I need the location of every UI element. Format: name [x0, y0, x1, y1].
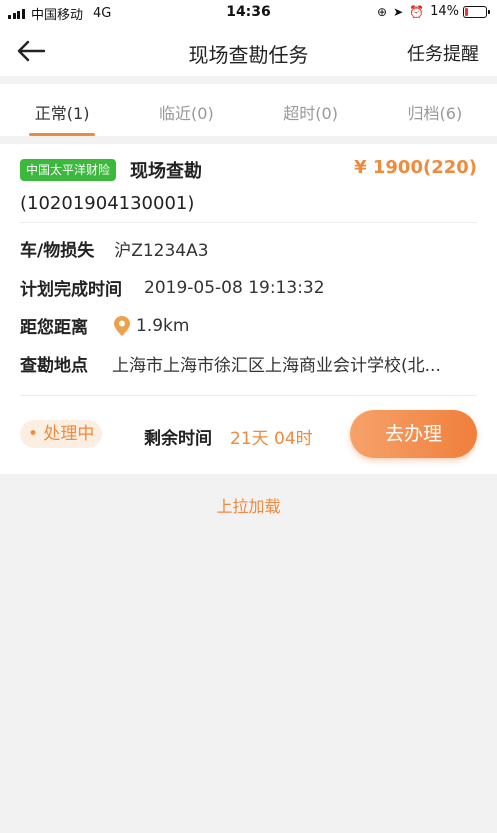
task-type: 现场查勘 — [130, 161, 202, 182]
case-number: (10201904130001) — [20, 193, 195, 214]
location-pin-icon — [114, 315, 130, 336]
tab-bar: 正常(1) 临近(0) 超时(0) 归档(6) — [0, 84, 497, 136]
status-bar: 中国移动 4G 14:36 ⊕ ➤ ⏰ 14% — [0, 0, 497, 26]
divider — [20, 222, 477, 223]
battery-fill — [465, 7, 468, 16]
status-right: ⊕ ➤ ⏰ 14% — [377, 4, 490, 19]
distance-row: 距您距离 1.9km — [20, 313, 189, 338]
task-reminder-button[interactable]: 任务提醒 — [407, 40, 479, 66]
distance-value: 1.9km — [136, 315, 190, 336]
process-button[interactable]: 去办理 — [350, 410, 477, 458]
vehicle-value: 沪Z1234A3 — [114, 241, 209, 261]
tab-overdue[interactable]: 超时(0) — [249, 84, 373, 136]
address-value: 上海市上海市徐汇区上海商业会计学校(北... — [112, 356, 441, 376]
distance-label: 距您距离 — [20, 318, 88, 338]
address-label: 查勘地点 — [20, 356, 88, 376]
deadline-value: 2019-05-08 19:13:32 — [144, 277, 325, 298]
tab-normal[interactable]: 正常(1) — [0, 84, 124, 136]
location-arrow-icon: ➤ — [393, 4, 404, 19]
company-badge: 中国太平洋财险 — [20, 159, 117, 181]
card-header: 中国太平洋财险 现场查勘 ¥ 1900(220) — [20, 156, 477, 186]
remaining-label: 剩余时间 — [144, 429, 212, 449]
alarm-icon: ⏰ — [409, 4, 425, 19]
pull-to-load[interactable]: 上拉加载 — [0, 493, 497, 517]
tab-archived[interactable]: 归档(6) — [373, 84, 497, 136]
nav-bar: 现场查勘任务 任务提醒 — [0, 26, 497, 76]
rotation-lock-icon: ⊕ — [377, 4, 388, 19]
remaining-value: 21天 04时 — [230, 429, 313, 449]
status-badge: • 处理中 — [20, 420, 103, 448]
task-card[interactable]: 中国太平洋财险 现场查勘 ¥ 1900(220) (10201904130001… — [0, 144, 497, 474]
divider — [20, 395, 477, 396]
tab-approaching[interactable]: 临近(0) — [124, 84, 248, 136]
address-row: 查勘地点 上海市上海市徐汇区上海商业会计学校(北... — [20, 351, 462, 376]
deadline-label: 计划完成时间 — [20, 280, 122, 300]
deadline-row: 计划完成时间 2019-05-08 19:13:32 — [20, 275, 325, 301]
vehicle-label: 车/物损失 — [20, 241, 95, 261]
battery-icon — [463, 5, 490, 18]
battery-percent: 14% — [430, 4, 459, 19]
task-price: ¥ 1900(220) — [354, 157, 477, 178]
vehicle-row: 车/物损失 沪Z1234A3 — [20, 236, 209, 261]
